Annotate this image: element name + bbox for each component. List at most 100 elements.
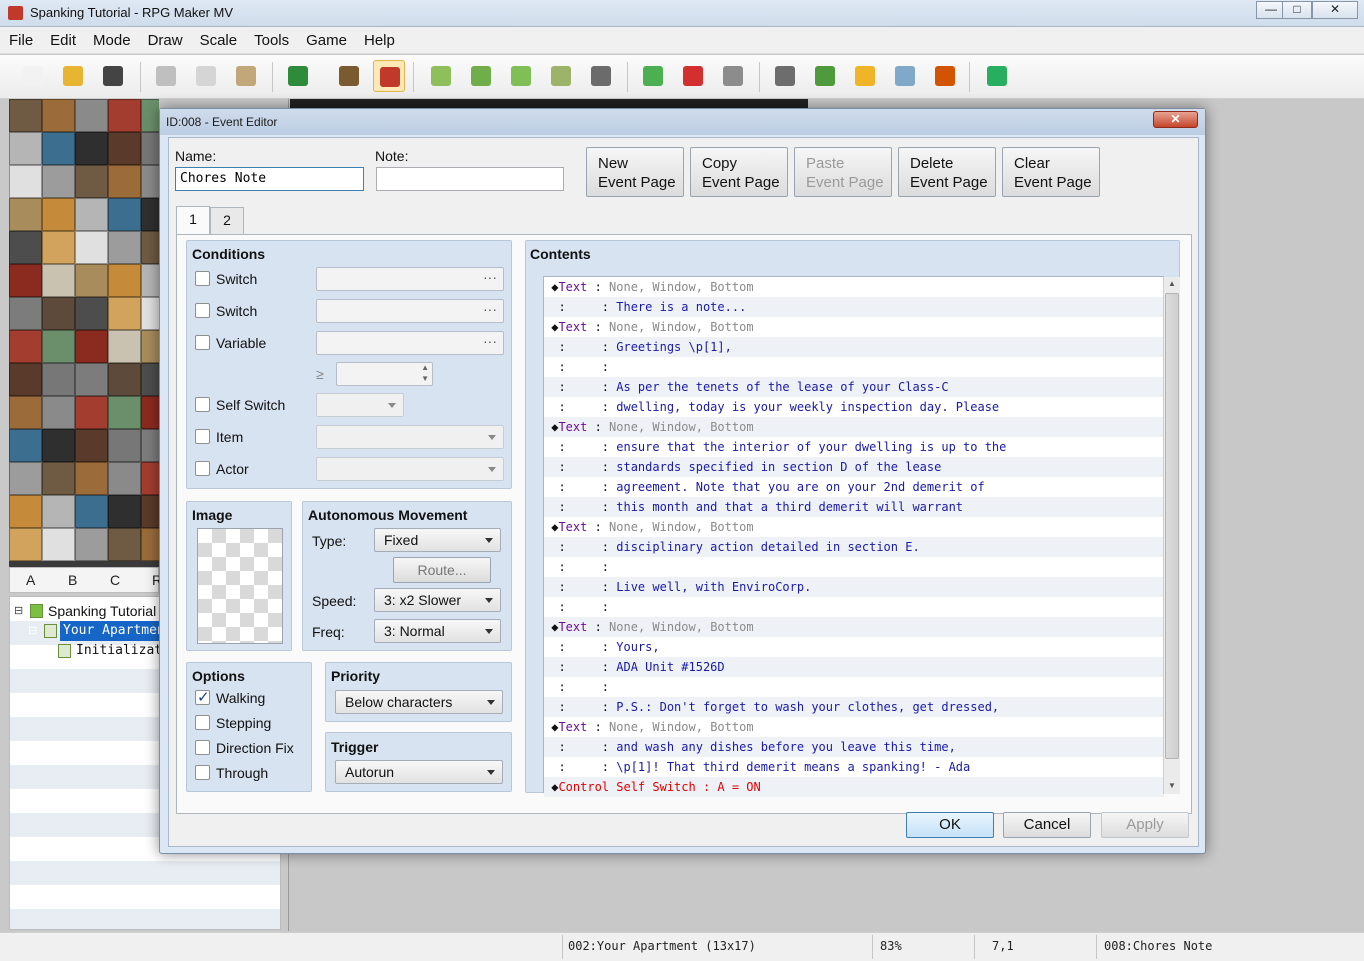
clear-event-page-button[interactable]: Clear Event Page bbox=[1002, 147, 1100, 197]
command-line[interactable]: ◆Text : None, Window, Bottom bbox=[544, 277, 1164, 297]
tile-cell[interactable] bbox=[42, 330, 75, 363]
through-checkbox[interactable] bbox=[195, 765, 210, 780]
command-line[interactable]: ◆Text : None, Window, Bottom bbox=[544, 517, 1164, 537]
command-line[interactable]: : : bbox=[544, 557, 1164, 577]
tile-cell[interactable] bbox=[42, 363, 75, 396]
switch2-selector[interactable]: ··· bbox=[316, 299, 504, 323]
variable-checkbox[interactable] bbox=[195, 335, 210, 350]
menu-draw[interactable]: Draw bbox=[139, 27, 191, 49]
tile-cell[interactable] bbox=[9, 396, 42, 429]
name-input[interactable]: Chores Note bbox=[175, 167, 364, 191]
tile-cell[interactable] bbox=[108, 264, 141, 297]
tile-cell[interactable] bbox=[9, 132, 42, 165]
tile-cell[interactable] bbox=[141, 297, 159, 330]
command-line[interactable]: ◆Control Self Switch : A = ON bbox=[544, 777, 1164, 797]
tile-cell[interactable] bbox=[42, 165, 75, 198]
event-image-preview[interactable] bbox=[197, 528, 283, 644]
tile-cell[interactable] bbox=[75, 297, 108, 330]
command-line[interactable]: : : As per the tenets of the lease of yo… bbox=[544, 377, 1164, 397]
item-checkbox[interactable] bbox=[195, 429, 210, 444]
command-line[interactable]: : : Greetings \p[1], bbox=[544, 337, 1164, 357]
tile-cell[interactable] bbox=[42, 429, 75, 462]
tile-cell[interactable] bbox=[9, 165, 42, 198]
contents-scrollbar[interactable]: ▲ ▼ bbox=[1163, 277, 1180, 794]
tile-cell[interactable] bbox=[9, 198, 42, 231]
tile-cell[interactable] bbox=[9, 231, 42, 264]
menu-tools[interactable]: Tools bbox=[245, 27, 297, 49]
tile-cell[interactable] bbox=[75, 231, 108, 264]
event-mode-button[interactable] bbox=[373, 60, 405, 92]
command-line[interactable]: ◆Text : None, Window, Bottom bbox=[544, 717, 1164, 737]
tile-palette[interactable] bbox=[9, 99, 159, 567]
map-mode-button[interactable] bbox=[333, 60, 365, 92]
tab-page-1[interactable]: 1 bbox=[176, 206, 210, 234]
actual-size-button[interactable] bbox=[717, 60, 749, 92]
new-event-page-button[interactable]: New Event Page bbox=[586, 147, 684, 197]
cut-button[interactable] bbox=[150, 60, 182, 92]
tile-cell[interactable] bbox=[141, 132, 159, 165]
tile-cell[interactable] bbox=[75, 264, 108, 297]
tile-cell[interactable] bbox=[42, 132, 75, 165]
expand-toggle-icon[interactable]: ⊟ bbox=[14, 601, 23, 621]
command-line[interactable]: : : dwelling, today is your weekly inspe… bbox=[544, 397, 1164, 417]
command-line[interactable]: : : and wash any dishes before you leave… bbox=[544, 737, 1164, 757]
tile-cell[interactable] bbox=[75, 495, 108, 528]
command-line[interactable]: ◆Text : None, Window, Bottom bbox=[544, 317, 1164, 337]
tile-cell[interactable] bbox=[75, 99, 108, 132]
tile-cell[interactable] bbox=[141, 396, 159, 429]
command-line[interactable]: : : P.S.: Don't forget to wash your clot… bbox=[544, 697, 1164, 717]
expand-toggle-icon[interactable]: ⊟ bbox=[28, 621, 37, 641]
cancel-button[interactable]: Cancel bbox=[1003, 812, 1091, 838]
command-line[interactable]: : : agreement. Note that you are on your… bbox=[544, 477, 1164, 497]
copy-event-page-button[interactable]: Copy Event Page bbox=[690, 147, 788, 197]
event-command-list[interactable]: ◆Text : None, Window, Bottom : : There i… bbox=[543, 276, 1180, 797]
delete-event-page-button[interactable]: Delete Event Page bbox=[898, 147, 996, 197]
switch1-selector[interactable]: ··· bbox=[316, 267, 504, 291]
command-line[interactable]: : : ensure that the interior of your dwe… bbox=[544, 437, 1164, 457]
menu-scale[interactable]: Scale bbox=[191, 27, 246, 49]
walking-checkbox[interactable] bbox=[195, 688, 210, 706]
tile-cell[interactable] bbox=[108, 99, 141, 132]
command-line[interactable]: : : \p[1]! That third demerit means a sp… bbox=[544, 757, 1164, 777]
command-line[interactable]: : : bbox=[544, 357, 1164, 377]
tile-cell[interactable] bbox=[108, 429, 141, 462]
tile-cell[interactable] bbox=[141, 462, 159, 495]
self-switch-dropdown[interactable] bbox=[316, 393, 404, 417]
command-line[interactable]: : : bbox=[544, 677, 1164, 697]
tile-cell[interactable] bbox=[141, 264, 159, 297]
database-button[interactable] bbox=[769, 60, 801, 92]
pencil-button[interactable] bbox=[425, 60, 457, 92]
note-input[interactable] bbox=[376, 167, 564, 191]
tile-cell[interactable] bbox=[9, 429, 42, 462]
movement-type-dropdown[interactable]: Fixed bbox=[374, 528, 501, 552]
tile-cell[interactable] bbox=[75, 330, 108, 363]
new-project-button[interactable] bbox=[17, 60, 49, 92]
switch1-checkbox[interactable] bbox=[195, 271, 210, 286]
undo-button[interactable] bbox=[282, 60, 314, 92]
tile-cell[interactable] bbox=[141, 363, 159, 396]
tile-cell[interactable] bbox=[108, 198, 141, 231]
menu-mode[interactable]: Mode bbox=[84, 27, 139, 49]
item-dropdown[interactable] bbox=[316, 425, 504, 449]
menu-edit[interactable]: Edit bbox=[41, 27, 84, 49]
route-button[interactable]: Route... bbox=[393, 557, 491, 583]
copy-button[interactable] bbox=[190, 60, 222, 92]
save-project-button[interactable] bbox=[97, 60, 129, 92]
tile-cell[interactable] bbox=[141, 99, 159, 132]
tile-cell[interactable] bbox=[141, 330, 159, 363]
tile-cell[interactable] bbox=[9, 363, 42, 396]
zoom-out-button[interactable] bbox=[677, 60, 709, 92]
tile-cell[interactable] bbox=[108, 297, 141, 330]
stepping-checkbox[interactable] bbox=[195, 715, 210, 730]
command-line[interactable]: ◆Text : None, Window, Bottom bbox=[544, 617, 1164, 637]
tile-cell[interactable] bbox=[141, 495, 159, 528]
trigger-dropdown[interactable]: Autorun bbox=[335, 760, 503, 784]
tile-cell[interactable] bbox=[75, 132, 108, 165]
menu-file[interactable]: File bbox=[0, 27, 41, 49]
tile-cell[interactable] bbox=[108, 231, 141, 264]
tile-cell[interactable] bbox=[42, 495, 75, 528]
menu-help[interactable]: Help bbox=[355, 27, 403, 49]
tile-cell[interactable] bbox=[42, 231, 75, 264]
priority-dropdown[interactable]: Below characters bbox=[335, 690, 503, 714]
tile-cell[interactable] bbox=[42, 396, 75, 429]
